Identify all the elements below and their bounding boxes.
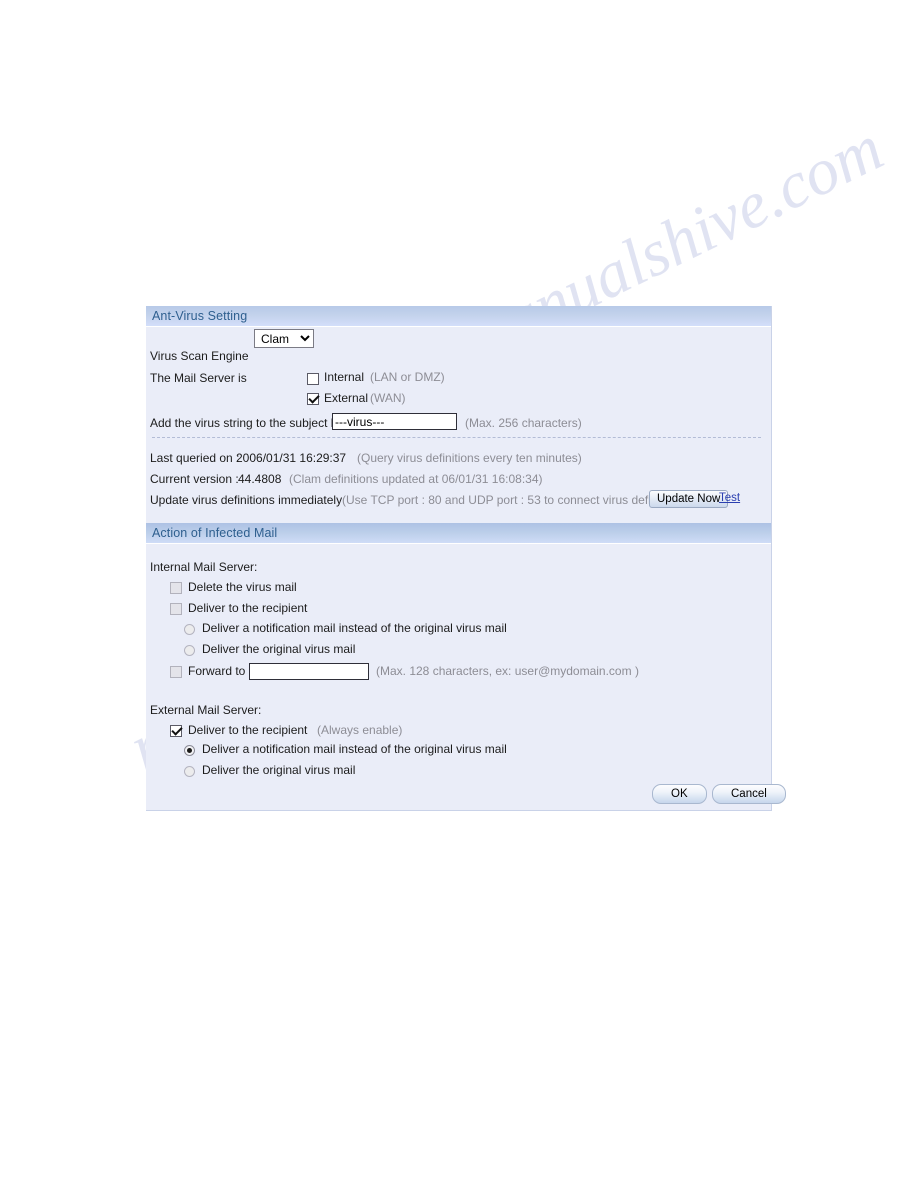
radio-internal-deliver-notification[interactable] [184, 624, 195, 635]
external-deliver-to-recipient-hint: (Always enable) [317, 723, 403, 737]
internal-forward-to-input[interactable] [249, 663, 369, 680]
external-deliver-to-recipient-label: Deliver to the recipient [188, 723, 308, 737]
subject-line-label: Add the virus string to the subject line [150, 416, 350, 430]
internal-deliver-original-label: Deliver the original virus mail [202, 642, 356, 656]
mail-server-external-hint: (WAN) [370, 391, 406, 405]
last-queried-hint: (Query virus definitions every ten minut… [357, 451, 582, 465]
antivirus-setting-body: Virus Scan Engine The Mail Server is Int… [146, 327, 771, 523]
internal-deliver-notification-label: Deliver a notification mail instead of t… [202, 621, 507, 635]
internal-mail-server-heading: Internal Mail Server: [150, 560, 258, 574]
action-of-infected-mail-body: Internal Mail Server: Delete the virus m… [146, 544, 786, 810]
current-version-hint: (Clam definitions updated at 06/01/31 16… [289, 472, 543, 486]
checkbox-internal-forward-to[interactable] [170, 666, 182, 678]
external-deliver-original-label: Deliver the original virus mail [202, 763, 356, 777]
mail-server-internal-hint: (LAN or DMZ) [370, 370, 445, 384]
checkbox-mail-server-external[interactable] [307, 393, 319, 405]
ok-button[interactable]: OK [652, 784, 707, 804]
mail-server-is-label: The Mail Server is [150, 371, 247, 385]
update-now-button[interactable]: Update Now [649, 490, 729, 508]
last-queried-label: Last queried on : [150, 451, 240, 465]
internal-delete-virus-mail-label: Delete the virus mail [188, 580, 297, 594]
checkbox-external-deliver-to-recipient[interactable] [170, 725, 182, 737]
checkbox-internal-deliver-to-recipient[interactable] [170, 603, 182, 615]
checkbox-internal-delete-virus-mail[interactable] [170, 582, 182, 594]
section-header-antivirus-setting: Ant-Virus Setting [146, 306, 771, 327]
external-deliver-notification-label: Deliver a notification mail instead of t… [202, 742, 507, 756]
current-version-label: Current version : [150, 472, 239, 486]
internal-deliver-to-recipient-label: Deliver to the recipient [188, 601, 308, 615]
section-header-action-of-infected-mail: Action of Infected Mail [146, 523, 771, 544]
virus-scan-engine-select[interactable]: Clam [254, 329, 314, 348]
external-mail-server-heading: External Mail Server: [150, 703, 262, 717]
update-definitions-label: Update virus definitions immediately [150, 493, 343, 507]
subject-line-hint: (Max. 256 characters) [465, 416, 582, 430]
cancel-button[interactable]: Cancel [712, 784, 786, 804]
radio-internal-deliver-original[interactable] [184, 645, 195, 656]
radio-external-deliver-notification[interactable] [184, 745, 195, 756]
checkbox-mail-server-internal[interactable] [307, 373, 319, 385]
mail-server-internal-label: Internal [324, 370, 365, 384]
current-version-value: 44.4808 [238, 472, 282, 486]
last-queried-value: 2006/01/31 16:29:37 [236, 451, 347, 465]
antivirus-settings-panel: Ant-Virus Setting Virus Scan Engine The … [146, 306, 786, 811]
internal-forward-to-label: Forward to : [188, 664, 253, 678]
test-link[interactable]: Test [719, 492, 740, 504]
internal-forward-to-hint: (Max. 128 characters, ex: user@mydomain.… [376, 664, 639, 678]
virus-string-input[interactable] [332, 413, 457, 430]
divider [152, 437, 761, 438]
mail-server-external-label: External [324, 391, 369, 405]
virus-scan-engine-label: Virus Scan Engine [150, 349, 249, 363]
radio-external-deliver-original[interactable] [184, 766, 195, 777]
